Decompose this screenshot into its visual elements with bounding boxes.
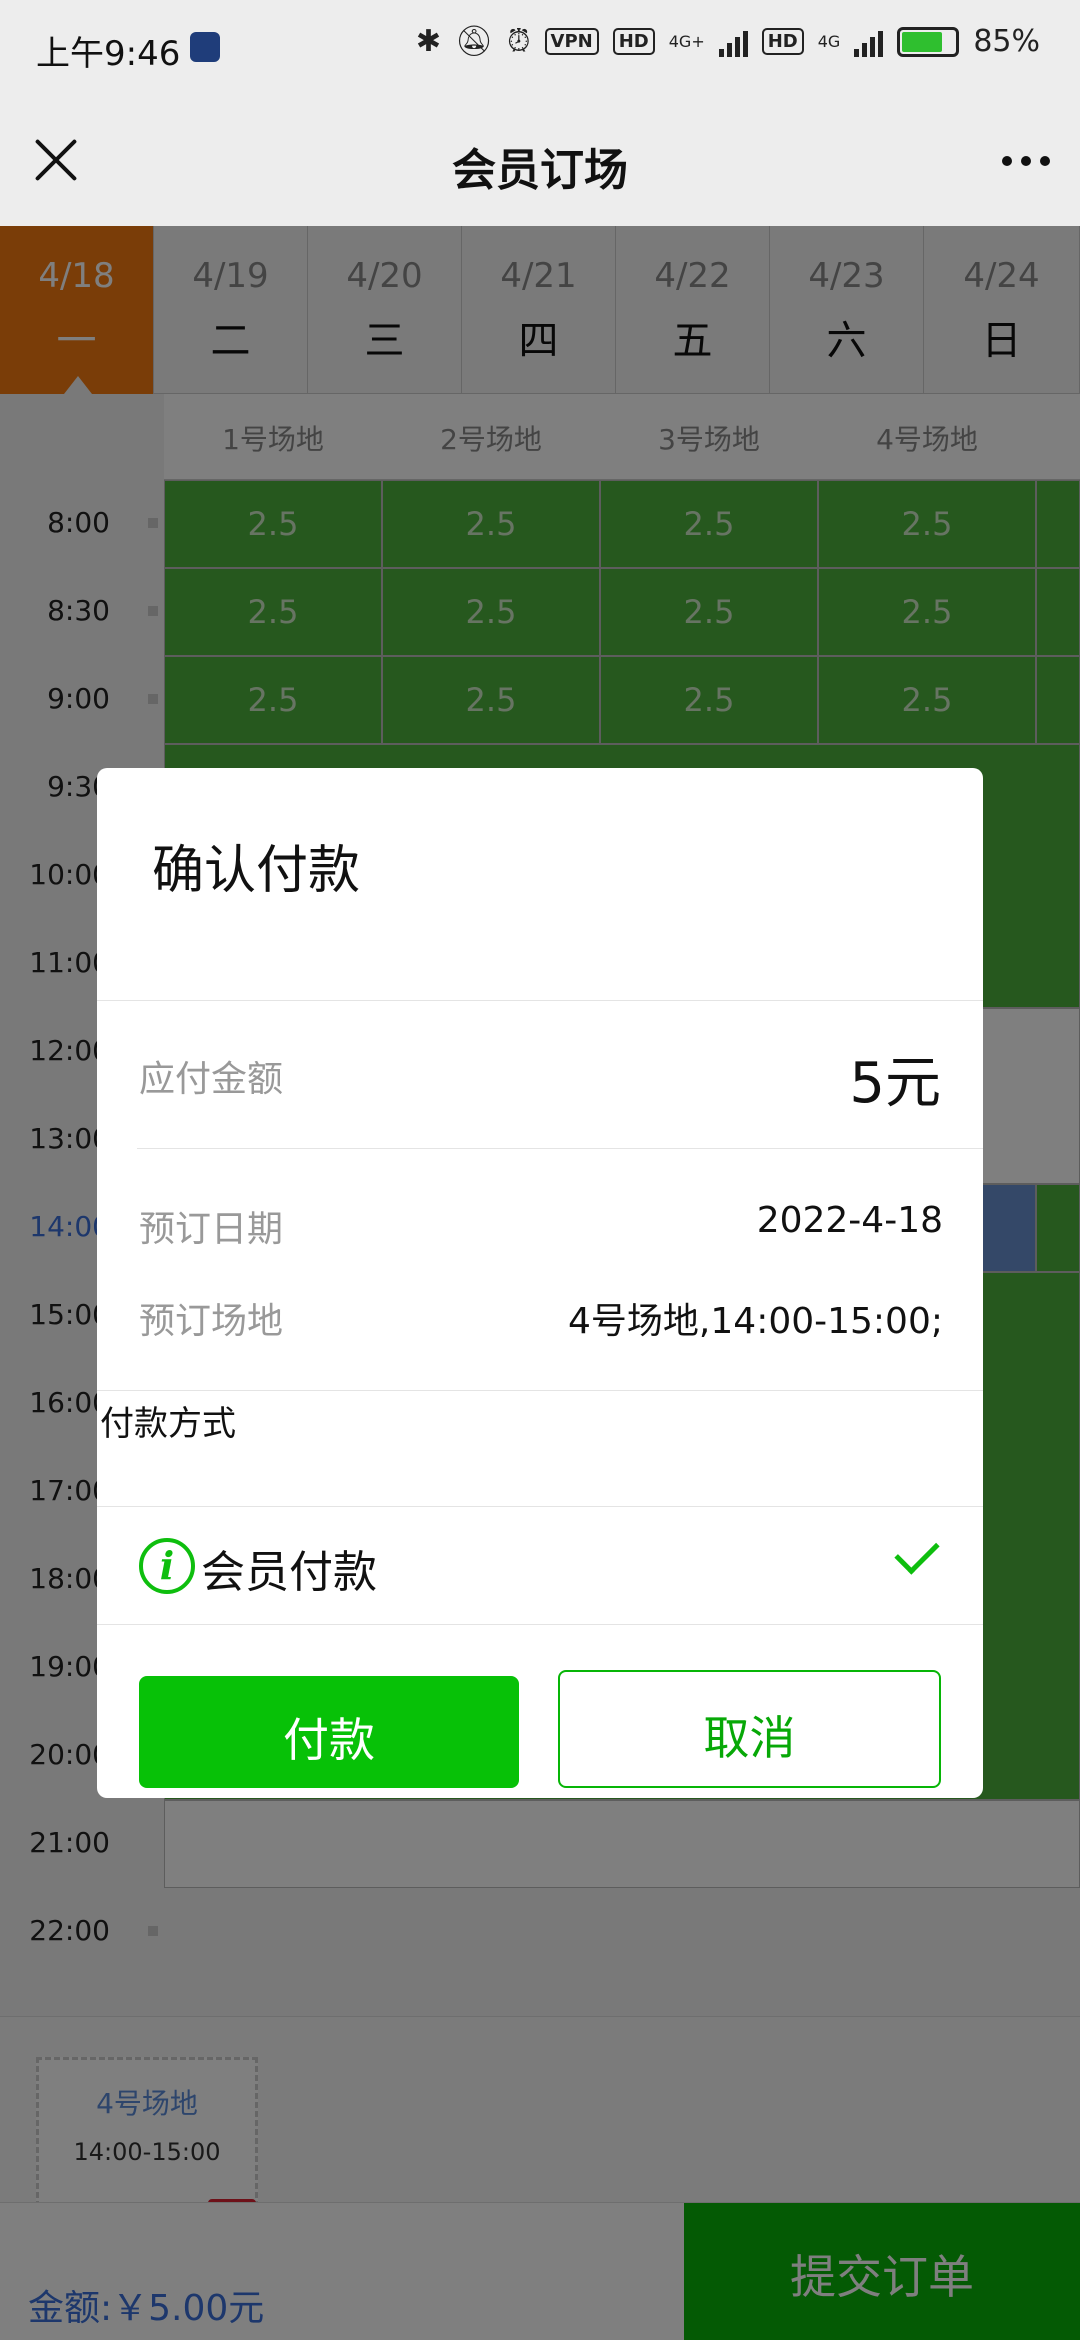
date-value: 2022-4-18: [756, 1200, 943, 1241]
pay-button[interactable]: 付款: [139, 1676, 519, 1788]
signal-icon-1: [718, 27, 748, 57]
court-value: 4号场地,14:00-15:00;: [568, 1301, 943, 1342]
bluetooth-icon: ✱: [415, 24, 442, 59]
payment-option-member[interactable]: 会员付款: [201, 1536, 377, 1600]
amount-label: 应付金额: [139, 1059, 284, 1100]
payment-method-label: 付款方式: [100, 1404, 236, 1444]
vpn-badge: VPN: [544, 28, 599, 55]
amount-value: 5元: [849, 1051, 941, 1116]
signal-icon-2: [854, 27, 884, 57]
net-type-2: 4G: [817, 32, 841, 51]
court-label: 预订场地: [139, 1301, 284, 1342]
status-icons: ✱ 🔕︎ ⏰︎ VPN HD 4G+ HD 4G 85%: [416, 24, 1040, 59]
mute-icon: 🔕︎: [455, 24, 494, 59]
net-type-1: 4G+: [668, 32, 705, 51]
more-icon[interactable]: [1002, 156, 1050, 166]
dialog-title: 确认付款: [152, 841, 361, 901]
alarm-icon: ⏰︎: [507, 24, 531, 59]
info-icon: i: [139, 1538, 195, 1594]
check-icon: [894, 1529, 940, 1575]
confirm-payment-dialog: 确认付款 应付金额 5元 预订日期 2022-4-18 预订场地 4号场地,14…: [97, 768, 983, 1798]
status-bar: 上午9:46 ✱ 🔕︎ ⏰︎ VPN HD 4G+ HD 4G 85%: [0, 0, 1080, 98]
hd-badge-2: HD: [761, 28, 804, 55]
page-title: 会员订场: [452, 145, 628, 196]
app-notification-icon: [190, 32, 220, 62]
hd-badge-1: HD: [612, 28, 655, 55]
divider: [97, 1000, 983, 1001]
cancel-button[interactable]: 取消: [558, 1670, 941, 1788]
clock: 上午9:46: [36, 34, 181, 74]
divider: [97, 1506, 983, 1507]
divider: [97, 1390, 983, 1391]
battery-level: 85%: [973, 24, 1040, 59]
nav-bar: 会员订场: [0, 98, 1080, 226]
date-label: 预订日期: [139, 1209, 284, 1250]
divider: [97, 1624, 983, 1625]
battery-icon: [897, 26, 960, 57]
divider: [137, 1148, 983, 1149]
